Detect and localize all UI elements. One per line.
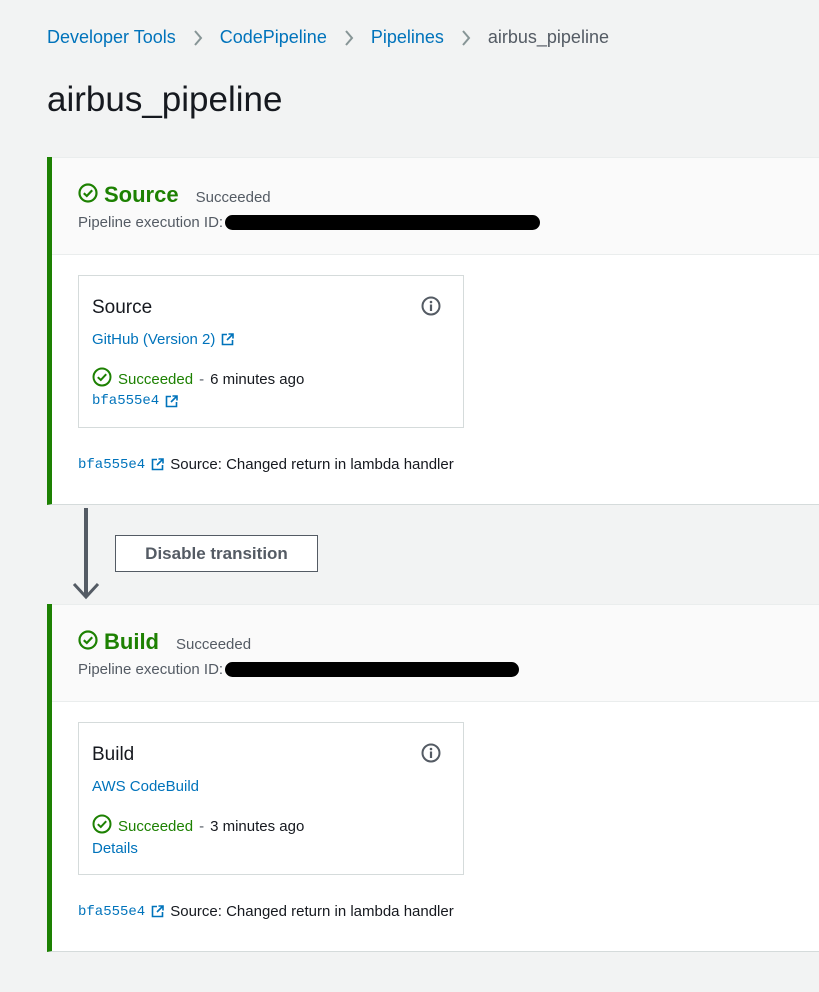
arrow-down-icon (72, 508, 100, 605)
breadcrumb: Developer Tools CodePipeline Pipelines a… (47, 27, 609, 48)
stage-source: Source Succeeded Pipeline execution ID: … (47, 157, 819, 505)
external-link-icon (221, 333, 235, 346)
info-icon[interactable] (421, 296, 441, 316)
disable-transition-button[interactable]: Disable transition (115, 535, 318, 572)
redaction-mark (225, 662, 520, 677)
provider-link[interactable]: AWS CodeBuild (92, 778, 199, 795)
action-status: Succeeded (118, 370, 194, 388)
action-status-row: Succeeded - 3 minutes ago (92, 814, 304, 838)
action-card-build: Build AWS CodeBuild Succeeded - 3 minute… (78, 722, 464, 875)
breadcrumb-current: airbus_pipeline (487, 27, 609, 47)
chevron-right-icon (344, 29, 354, 46)
provider-label: AWS CodeBuild (92, 778, 199, 795)
check-circle-icon (92, 367, 112, 391)
commit-link[interactable]: bfa555e4 (92, 393, 179, 409)
stage-status: Succeeded (176, 635, 252, 653)
info-icon[interactable] (421, 743, 441, 763)
stage-title-row: Build Succeeded (78, 629, 251, 655)
page-title: airbus_pipeline (47, 80, 283, 119)
revision-id: bfa555e4 (78, 903, 146, 920)
status-separator: - (199, 817, 205, 835)
commit-id: bfa555e4 (92, 393, 160, 409)
provider-link[interactable]: GitHub (Version 2) (92, 331, 235, 348)
action-time: 3 minutes ago (210, 817, 305, 835)
action-status: Succeeded (118, 817, 194, 835)
breadcrumb-pipelines[interactable]: Pipelines (371, 27, 444, 48)
execution-id-row: Pipeline execution ID: (78, 214, 541, 231)
execution-id-row: Pipeline execution ID: (78, 661, 520, 678)
revision-message: Source: Changed return in lambda handler (170, 903, 454, 920)
breadcrumb-codepipeline[interactable]: CodePipeline (220, 27, 327, 48)
chevron-right-icon (461, 29, 471, 46)
check-circle-icon (78, 629, 98, 655)
check-circle-icon (78, 182, 98, 208)
external-link-icon (165, 394, 179, 408)
stage-name: Build (104, 629, 159, 654)
stage-name: Source (104, 182, 179, 207)
provider-label: GitHub (Version 2) (92, 331, 216, 348)
revision-row: bfa555e4 Source: Changed return in lambd… (78, 456, 454, 473)
stage-title-row: Source Succeeded (78, 182, 271, 208)
redaction-mark (225, 215, 541, 230)
revision-link[interactable]: bfa555e4 (78, 903, 165, 920)
breadcrumb-developer-tools[interactable]: Developer Tools (47, 27, 176, 48)
action-status-row: Succeeded - 6 minutes ago (92, 367, 304, 391)
action-time: 6 minutes ago (210, 370, 305, 388)
revision-link[interactable]: bfa555e4 (78, 456, 165, 473)
external-link-icon (151, 458, 165, 471)
stage-header: Build Succeeded Pipeline execution ID: (52, 604, 819, 702)
action-name: Build (92, 744, 135, 765)
stage-status: Succeeded (195, 188, 271, 206)
action-card-source: Source GitHub (Version 2) Succeeded - 6 … (78, 275, 464, 428)
details-link[interactable]: Details (92, 840, 138, 857)
execution-id-label: Pipeline execution ID: (78, 214, 224, 231)
stage-build: Build Succeeded Pipeline execution ID: B… (47, 604, 819, 952)
revision-row: bfa555e4 Source: Changed return in lambd… (78, 903, 454, 920)
chevron-right-icon (193, 29, 203, 46)
external-link-icon (151, 905, 165, 918)
status-separator: - (199, 370, 205, 388)
action-name: Source (92, 297, 153, 318)
revision-id: bfa555e4 (78, 456, 146, 473)
stage-header: Source Succeeded Pipeline execution ID: (52, 157, 819, 255)
revision-message: Source: Changed return in lambda handler (170, 456, 454, 473)
execution-id-label: Pipeline execution ID: (78, 661, 224, 678)
check-circle-icon (92, 814, 112, 838)
